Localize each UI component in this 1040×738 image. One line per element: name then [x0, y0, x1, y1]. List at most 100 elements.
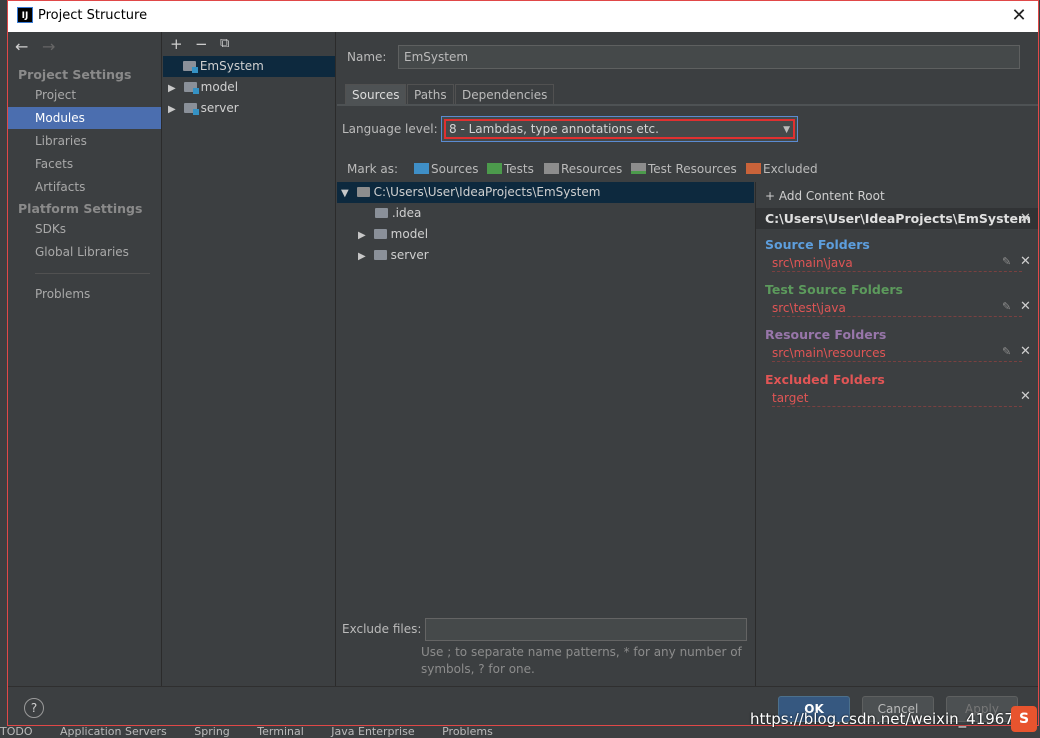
- tool-todo[interactable]: TODO: [0, 724, 33, 738]
- folder-icon: [356, 186, 370, 197]
- tool-terminal[interactable]: Terminal: [257, 724, 304, 738]
- expand-arrow-icon[interactable]: ▶: [168, 78, 180, 99]
- tree-item-label: model: [390, 227, 429, 241]
- sources-folder-icon: [414, 163, 429, 174]
- exclude-files-input[interactable]: [425, 618, 747, 641]
- expand-arrow-icon[interactable]: ▶: [358, 246, 370, 267]
- module-item[interactable]: EmSystem: [163, 56, 335, 77]
- tab-underline: [337, 104, 1038, 106]
- module-name: server: [200, 101, 239, 115]
- tests-folder-icon: [487, 163, 502, 174]
- module-folder-icon: [183, 60, 198, 73]
- project-structure-dialog: IJ Project Structure ✕ ← → Project Setti…: [7, 0, 1039, 726]
- language-level-highlight: 8 - Lambdas, type annotations etc. ▼: [444, 119, 795, 139]
- remove-icon[interactable]: ✕: [1020, 344, 1031, 359]
- content-root-header: C:\Users\User\IdeaProjects\EmSystem: [756, 208, 1038, 229]
- resources-folder-icon: [544, 163, 559, 174]
- mark-tests-button[interactable]: Tests: [487, 162, 534, 176]
- nav-item-sdks[interactable]: SDKs: [8, 218, 161, 240]
- folder-icon: [373, 249, 387, 260]
- mark-as-toolbar: Mark as: Sources Tests Resources Test Re…: [337, 159, 1038, 181]
- watermark-logo: S: [1011, 706, 1037, 732]
- exclude-files-hint: Use ; to separate name patterns, * for a…: [421, 645, 742, 676]
- language-level-value: 8 - Lambdas, type annotations etc.: [449, 122, 659, 136]
- tree-item-label: .idea: [391, 206, 422, 220]
- platform-settings-header: Platform Settings: [18, 201, 143, 216]
- tool-java-enterprise[interactable]: Java Enterprise: [331, 724, 414, 738]
- nav-item-artifacts[interactable]: Artifacts: [8, 176, 161, 198]
- close-icon[interactable]: ✕: [1006, 4, 1032, 28]
- settings-nav: ← → Project Settings Project Modules Lib…: [8, 32, 162, 686]
- tree-item-label: server: [390, 248, 429, 262]
- folder-icon: [375, 207, 388, 218]
- window-title: Project Structure: [38, 8, 148, 23]
- add-content-root-button[interactable]: + Add Content Root: [765, 189, 885, 203]
- content-roots-panel: + Add Content Root C:\Users\User\IdeaPro…: [755, 182, 1038, 686]
- tab-dependencies[interactable]: Dependencies: [455, 84, 555, 105]
- copy-icon[interactable]: ⧉: [220, 36, 229, 51]
- tool-application-servers[interactable]: Application Servers: [60, 724, 167, 738]
- module-folder-icon: [183, 81, 199, 94]
- language-level-select[interactable]: 8 - Lambdas, type annotations etc. ▼: [441, 116, 798, 142]
- resource-folder-path: src\main\resources: [772, 345, 1022, 362]
- module-item[interactable]: ▶ server: [163, 98, 335, 119]
- edit-pencil-icon[interactable]: ✎: [1002, 345, 1011, 358]
- tree-root-path: C:\Users\User\IdeaProjects\EmSystem: [373, 185, 601, 199]
- module-item[interactable]: ▶ model: [163, 77, 335, 98]
- exclude-files-label: Exclude files:: [342, 622, 422, 636]
- mark-sources-button[interactable]: Sources: [414, 162, 478, 176]
- nav-item-global-libraries[interactable]: Global Libraries: [8, 241, 161, 263]
- mark-as-label: Mark as:: [347, 162, 399, 176]
- source-folder-path: src\main\java: [772, 255, 1022, 272]
- forward-arrow-icon[interactable]: →: [42, 37, 55, 56]
- edit-pencil-icon[interactable]: ✎: [1002, 255, 1011, 268]
- edit-pencil-icon[interactable]: ✎: [1002, 300, 1011, 313]
- module-settings-panel: Name: EmSystem Sources Paths Dependencie…: [337, 32, 1038, 686]
- name-label: Name:: [347, 50, 387, 64]
- nav-item-problems[interactable]: Problems: [8, 283, 161, 305]
- module-name: model: [200, 80, 239, 94]
- content-root-path: C:\Users\User\IdeaProjects\EmSystem: [765, 211, 1031, 226]
- source-folders-header: Source Folders: [765, 237, 870, 252]
- help-icon[interactable]: ?: [24, 698, 44, 718]
- remove-icon[interactable]: −: [195, 35, 208, 53]
- intellij-icon: IJ: [17, 7, 33, 23]
- collapse-arrow-icon[interactable]: ▼: [341, 183, 353, 204]
- remove-icon[interactable]: ✕: [1020, 389, 1031, 404]
- project-settings-header: Project Settings: [18, 67, 132, 82]
- excluded-folder-path: target: [772, 390, 1022, 407]
- remove-root-icon[interactable]: ✕: [1020, 211, 1031, 226]
- tab-paths[interactable]: Paths: [407, 84, 454, 105]
- nav-item-libraries[interactable]: Libraries: [8, 130, 161, 152]
- excluded-folders-header: Excluded Folders: [765, 372, 885, 387]
- test-folders-header: Test Source Folders: [765, 282, 903, 297]
- module-list: + − ⧉ EmSystem ▶ model ▶ server: [163, 32, 336, 686]
- tree-root-row[interactable]: ▼ C:\Users\User\IdeaProjects\EmSystem: [337, 182, 754, 203]
- tree-row[interactable]: .idea: [337, 203, 754, 224]
- nav-item-facets[interactable]: Facets: [8, 153, 161, 175]
- chevron-down-icon: ▼: [783, 125, 790, 135]
- nav-divider: [35, 273, 150, 274]
- mark-resources-button[interactable]: Resources: [544, 162, 622, 176]
- expand-arrow-icon[interactable]: ▶: [358, 225, 370, 246]
- folder-icon: [373, 228, 387, 239]
- title-bar: IJ Project Structure ✕: [8, 1, 1038, 32]
- tab-sources[interactable]: Sources: [345, 84, 407, 105]
- nav-item-modules[interactable]: Modules: [8, 107, 161, 129]
- tree-row[interactable]: ▶ model: [337, 224, 754, 245]
- expand-arrow-icon[interactable]: ▶: [168, 99, 180, 120]
- mark-test-resources-button[interactable]: Test Resources: [631, 162, 737, 176]
- tree-row[interactable]: ▶ server: [337, 245, 754, 266]
- watermark-text: https://blog.csdn.net/weixin_4196770: [750, 710, 1033, 728]
- tool-problems[interactable]: Problems: [442, 724, 493, 738]
- content-tree: ▼ C:\Users\User\IdeaProjects\EmSystem .i…: [337, 182, 754, 472]
- remove-icon[interactable]: ✕: [1020, 254, 1031, 269]
- remove-icon[interactable]: ✕: [1020, 299, 1031, 314]
- add-icon[interactable]: +: [170, 35, 183, 53]
- module-name-field[interactable]: EmSystem: [398, 45, 1020, 69]
- nav-item-project[interactable]: Project: [8, 84, 161, 106]
- mark-excluded-button[interactable]: Excluded: [746, 162, 818, 176]
- tool-spring[interactable]: Spring: [194, 724, 230, 738]
- module-name: EmSystem: [199, 59, 264, 73]
- back-arrow-icon[interactable]: ←: [15, 37, 28, 56]
